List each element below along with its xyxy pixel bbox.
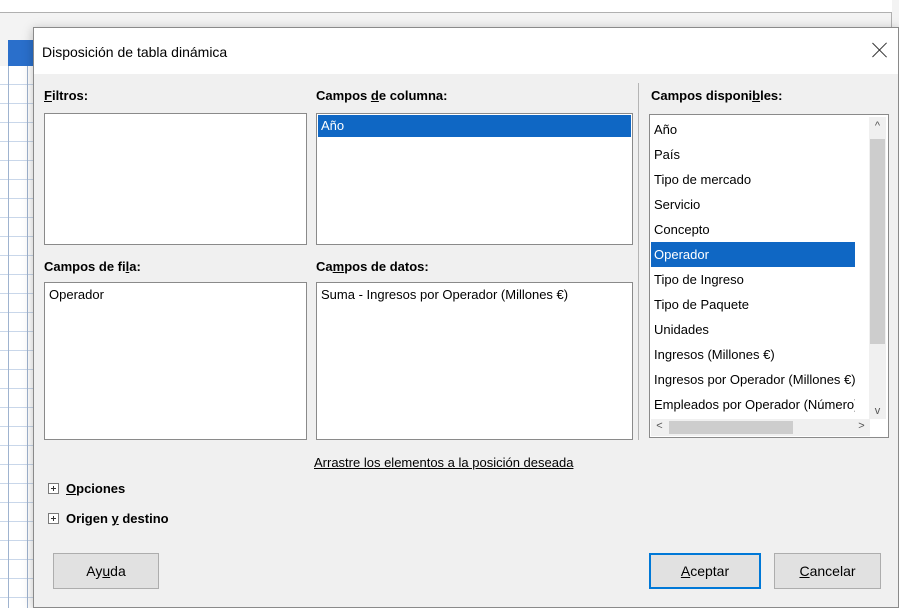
expand-plus-icon[interactable] (48, 513, 59, 525)
ok-button[interactable]: Aceptar (649, 553, 761, 589)
scroll-up-icon[interactable]: ^ (869, 120, 886, 132)
available-field-item[interactable]: Empleados por Operador (Número) (651, 392, 855, 417)
data-fields-box[interactable]: Suma - Ingresos por Operador (Millones €… (316, 282, 633, 440)
available-field-item[interactable]: Tipo de Ingreso (651, 267, 855, 292)
available-field-item-selected[interactable]: Operador (651, 242, 855, 267)
available-field-item[interactable]: Concepto (651, 217, 855, 242)
filter-fields-box[interactable] (44, 113, 307, 245)
expand-plus-icon[interactable] (48, 483, 59, 495)
drag-hint: Arrastre los elementos a la posición des… (314, 455, 574, 470)
available-fields-separator (638, 83, 639, 440)
vertical-scroll-thumb[interactable] (870, 139, 885, 344)
column-field-item[interactable]: Año (318, 115, 631, 137)
close-icon[interactable] (870, 40, 890, 60)
scroll-right-icon[interactable]: > (853, 420, 870, 432)
column-fields-box[interactable]: Año (316, 113, 633, 245)
background-column-header (8, 40, 36, 66)
available-field-item[interactable]: Unidades (651, 317, 855, 342)
available-fields-label: Campos disponibles: (651, 88, 783, 103)
row-fields-label: Campos de fila: (44, 259, 141, 274)
background-cell-grid (0, 66, 37, 608)
dialog-title: Disposición de tabla dinámica (42, 44, 228, 60)
cancel-button[interactable]: Cancelar (774, 553, 881, 589)
data-field-item[interactable]: Suma - Ingresos por Operador (Millones €… (318, 284, 631, 306)
available-field-item[interactable]: País (651, 142, 855, 167)
background-grid-line (27, 66, 28, 608)
pivot-table-layout-dialog: Disposición de tabla dinámica Filtros: C… (33, 27, 899, 608)
background-toolbar-strip (0, 0, 892, 13)
dialog-titlebar: Disposición de tabla dinámica (34, 28, 898, 74)
background-grid-line (8, 66, 9, 608)
row-fields-box[interactable]: Operador (44, 282, 307, 440)
column-fields-label: Campos de columna: (316, 88, 448, 103)
data-fields-label: Campos de datos: (316, 259, 429, 274)
options-expander[interactable]: Opciones (48, 481, 125, 496)
available-field-item[interactable]: Servicio (651, 192, 855, 217)
available-fields-hscrollbar[interactable]: < > (651, 419, 870, 436)
available-fields-vscrollbar[interactable]: ^ v (869, 117, 886, 419)
available-field-item[interactable]: Tipo de mercado (651, 167, 855, 192)
source-destination-expander[interactable]: Origen y destino (48, 511, 169, 526)
available-fields-viewport: Año País Tipo de mercado Servicio Concep… (651, 117, 855, 420)
available-field-item[interactable]: Ingresos (Millones €) (651, 342, 855, 367)
scroll-left-icon[interactable]: < (651, 420, 668, 432)
available-field-item[interactable]: Año (651, 117, 855, 142)
filters-label: Filtros: (44, 88, 89, 103)
help-button[interactable]: Ayuda (53, 553, 159, 589)
available-fields-list[interactable]: Año País Tipo de mercado Servicio Concep… (649, 114, 889, 438)
available-field-item[interactable]: Tipo de Paquete (651, 292, 855, 317)
scroll-down-icon[interactable]: v (869, 405, 886, 417)
available-field-item[interactable]: Ingresos por Operador (Millones €) (651, 367, 855, 392)
horizontal-scroll-thumb[interactable] (669, 421, 793, 434)
row-field-item[interactable]: Operador (46, 284, 305, 306)
